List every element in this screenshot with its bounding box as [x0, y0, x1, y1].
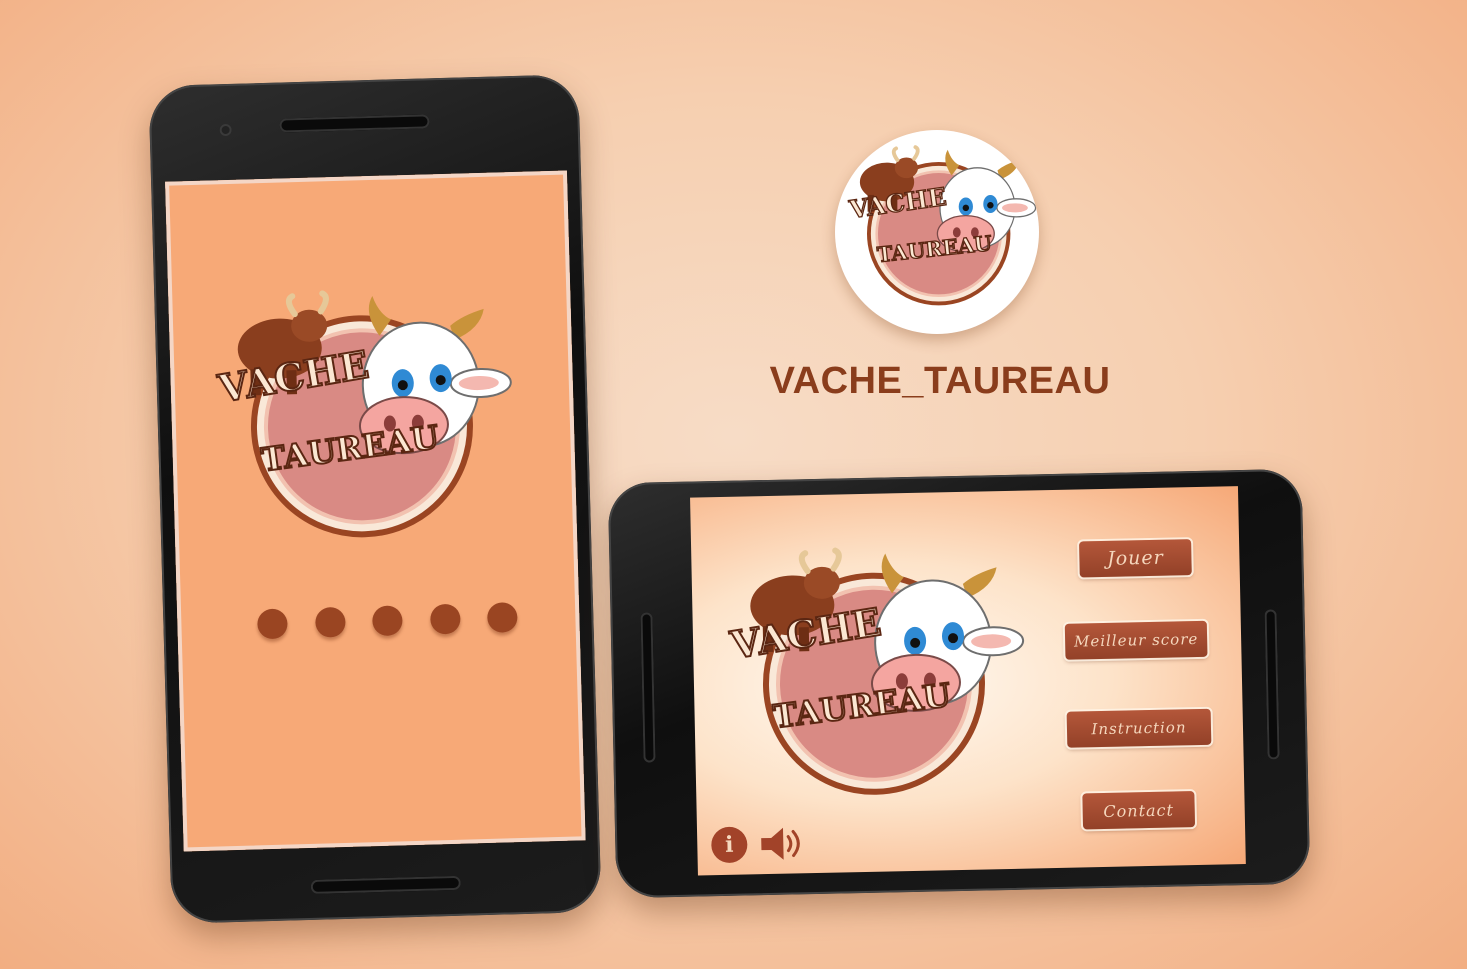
loading-dot	[371, 605, 403, 637]
front-camera	[219, 123, 232, 137]
cow-bull-logo-icon: VACHE TAUREAU	[726, 531, 1027, 837]
left-speaker	[640, 612, 656, 763]
loading-dot	[314, 606, 346, 638]
menu-screen: VACHE TAUREAU Jouer Meilleur score Instr…	[690, 486, 1246, 876]
right-speaker	[1264, 609, 1280, 760]
splash-logo: VACHE TAUREAU	[208, 272, 516, 580]
best-score-button[interactable]: Meilleur score	[1064, 620, 1208, 660]
contact-button[interactable]: Contact	[1082, 791, 1196, 830]
loading-indicator	[257, 602, 518, 649]
loading-dot	[429, 603, 461, 635]
cow-bull-logo-icon: VACHE TAUREAU	[213, 272, 516, 580]
info-icon[interactable]: i	[710, 826, 748, 864]
earpiece-speaker	[279, 114, 430, 133]
instruction-button[interactable]: Instruction	[1066, 708, 1212, 748]
play-button[interactable]: Jouer	[1079, 539, 1192, 578]
speaker-icon-glyph	[761, 827, 800, 860]
app-icon[interactable]: VACHE TAUREAU	[835, 130, 1039, 334]
portrait-phone: VACHE TAUREAU	[148, 74, 602, 924]
speaker-icon[interactable]	[757, 823, 806, 864]
splash-screen: VACHE TAUREAU	[165, 170, 586, 852]
loading-dot	[486, 602, 518, 633]
cow-bull-logo-icon: VACHE TAUREAU	[846, 145, 1038, 306]
loading-dot	[257, 608, 288, 640]
app-title: VACHE_TAUREAU	[769, 360, 1111, 402]
landscape-phone: VACHE TAUREAU Jouer Meilleur score Instr…	[607, 468, 1311, 899]
menu-logo: VACHE TAUREAU	[721, 531, 1027, 837]
bottom-speaker	[310, 875, 461, 894]
